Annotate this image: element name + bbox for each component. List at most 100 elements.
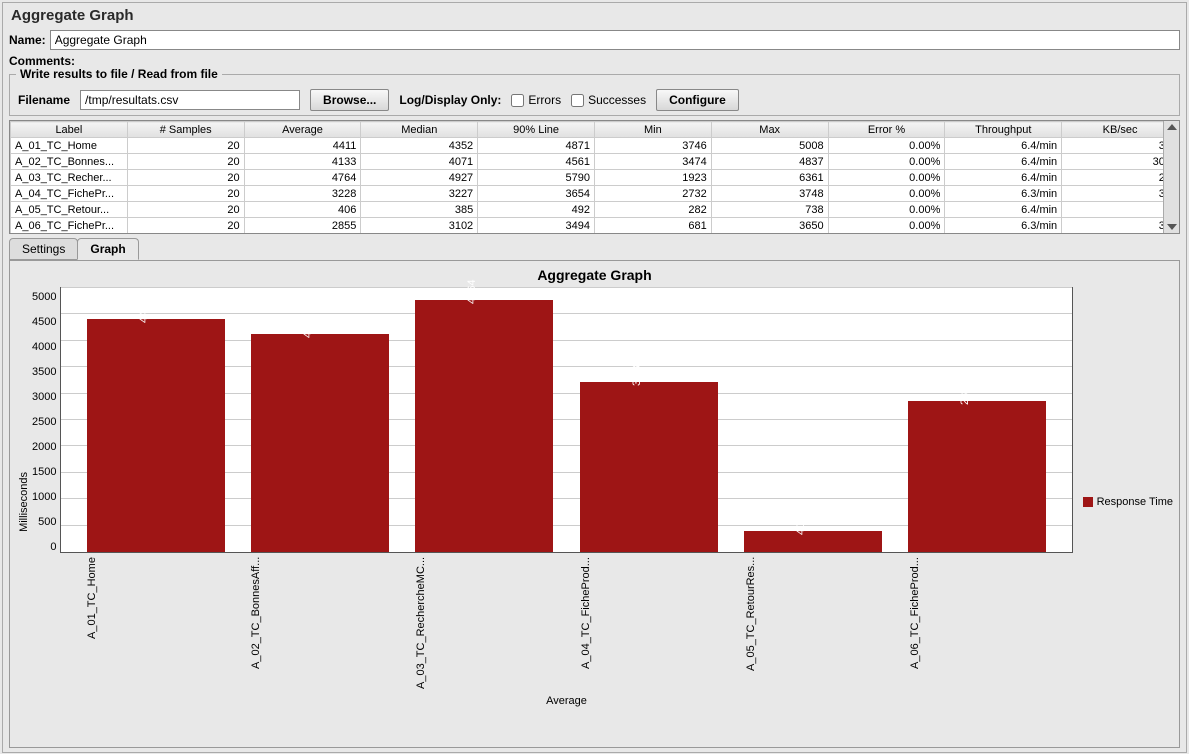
- table-row[interactable]: A_05_TC_Retour...204063854922827380.00%6…: [11, 202, 1179, 218]
- errors-checkbox[interactable]: [511, 94, 524, 107]
- table-cell: A_04_TC_FichePr...: [11, 186, 128, 202]
- table-header[interactable]: Average: [244, 122, 361, 138]
- errors-checkbox-wrap[interactable]: Errors: [511, 93, 561, 107]
- table-cell: A_05_TC_Retour...: [11, 202, 128, 218]
- table-cell: 3.0: [1062, 218, 1179, 234]
- successes-cb-label: Successes: [588, 93, 646, 107]
- legend-label: Response Time: [1097, 496, 1173, 508]
- name-input[interactable]: [50, 30, 1180, 50]
- chart-title: Aggregate Graph: [16, 267, 1173, 283]
- x-tick: A_05_TC_RetourRes...: [745, 557, 883, 693]
- table-cell: .1: [1062, 202, 1179, 218]
- table-cell: 30.5: [1062, 154, 1179, 170]
- table-row[interactable]: A_04_TC_FichePr...2032283227365427323748…: [11, 186, 1179, 202]
- successes-checkbox-wrap[interactable]: Successes: [571, 93, 646, 107]
- table-header[interactable]: Error %: [828, 122, 945, 138]
- table-header[interactable]: Throughput: [945, 122, 1062, 138]
- chart-container: Aggregate Graph Milliseconds 50004500400…: [9, 260, 1180, 748]
- table-cell: 4837: [711, 154, 828, 170]
- table-cell: 20: [127, 218, 244, 234]
- bar-value-label: 4133: [302, 313, 314, 337]
- browse-button[interactable]: Browse...: [310, 89, 389, 111]
- table-cell: 3494: [478, 218, 595, 234]
- table-cell: 406: [244, 202, 361, 218]
- table-header[interactable]: # Samples: [127, 122, 244, 138]
- y-tick: 1500: [32, 466, 56, 478]
- legend-swatch: [1083, 497, 1093, 507]
- y-tick: 3500: [32, 366, 56, 378]
- table-header[interactable]: Median: [361, 122, 478, 138]
- table-scrollbar[interactable]: [1163, 121, 1179, 233]
- table-cell: 6.4/min: [945, 138, 1062, 154]
- table-row[interactable]: A_03_TC_Recher...20476449275790192363610…: [11, 170, 1179, 186]
- panel-title: Aggregate Graph: [3, 3, 1186, 28]
- y-tick: 1000: [32, 491, 56, 503]
- comments-label: Comments:: [9, 54, 75, 68]
- y-tick: 4000: [32, 341, 56, 353]
- chart-bar: 2855: [908, 401, 1046, 552]
- table-cell: A_06_TC_FichePr...: [11, 218, 128, 234]
- table-cell: 4411: [244, 138, 361, 154]
- table-row[interactable]: A_06_TC_FichePr...2028553102349468136500…: [11, 218, 1179, 234]
- table-header[interactable]: KB/sec: [1062, 122, 1179, 138]
- table-row[interactable]: A_02_TC_Bonnes...20413340714561347448370…: [11, 154, 1179, 170]
- file-section-title: Write results to file / Read from file: [16, 67, 222, 81]
- y-axis-label: Milliseconds: [16, 472, 32, 532]
- table-cell: 2.8: [1062, 170, 1179, 186]
- filename-label: Filename: [18, 93, 70, 107]
- configure-button[interactable]: Configure: [656, 89, 739, 111]
- table-cell: 20: [127, 154, 244, 170]
- table-header[interactable]: 90% Line: [478, 122, 595, 138]
- table-cell: 0.00%: [828, 202, 945, 218]
- table-cell: 3746: [594, 138, 711, 154]
- table-cell: 4871: [478, 138, 595, 154]
- results-table: Label# SamplesAverageMedian90% LineMinMa…: [10, 121, 1179, 234]
- table-cell: 6.3/min: [945, 218, 1062, 234]
- table-cell: 5790: [478, 170, 595, 186]
- table-header[interactable]: Max: [711, 122, 828, 138]
- table-cell: 4561: [478, 154, 595, 170]
- table-cell: 0.00%: [828, 170, 945, 186]
- table-cell: 3102: [361, 218, 478, 234]
- table-cell: 4927: [361, 170, 478, 186]
- table-header[interactable]: Label: [11, 122, 128, 138]
- successes-checkbox[interactable]: [571, 94, 584, 107]
- table-cell: 20: [127, 202, 244, 218]
- tab-settings[interactable]: Settings: [9, 238, 78, 260]
- table-cell: 5008: [711, 138, 828, 154]
- table-cell: 0.00%: [828, 186, 945, 202]
- table-cell: 4071: [361, 154, 478, 170]
- table-cell: 3650: [711, 218, 828, 234]
- table-cell: 6.4/min: [945, 170, 1062, 186]
- table-cell: A_02_TC_Bonnes...: [11, 154, 128, 170]
- table-cell: 3.0: [1062, 186, 1179, 202]
- x-tick: A_06_TC_FicheProd...: [909, 557, 1047, 693]
- y-tick: 4500: [32, 316, 56, 328]
- table-cell: 4764: [244, 170, 361, 186]
- y-tick: 3000: [32, 391, 56, 403]
- results-table-wrap: Label# SamplesAverageMedian90% LineMinMa…: [9, 120, 1180, 234]
- table-cell: 6.3/min: [945, 186, 1062, 202]
- table-cell: 492: [478, 202, 595, 218]
- errors-cb-label: Errors: [528, 93, 561, 107]
- table-cell: 0.00%: [828, 138, 945, 154]
- x-tick: A_01_TC_Home: [86, 557, 224, 693]
- tab-graph[interactable]: Graph: [77, 238, 138, 260]
- plot-area: 4411 4133 4764 3228 406 2855: [60, 287, 1072, 553]
- y-tick: 500: [38, 516, 56, 528]
- table-row[interactable]: A_01_TC_Home20441143524871374650080.00%6…: [11, 138, 1179, 154]
- name-label: Name:: [9, 33, 46, 47]
- table-cell: 2732: [594, 186, 711, 202]
- chart-bar: 4764: [415, 300, 553, 552]
- bar-value-label: 406: [795, 516, 807, 534]
- table-cell: 6.4/min: [945, 154, 1062, 170]
- table-header[interactable]: Min: [594, 122, 711, 138]
- bar-value-label: 3228: [631, 361, 643, 385]
- bar-value-label: 4411: [138, 299, 150, 323]
- filename-input[interactable]: [80, 90, 300, 110]
- table-cell: 4133: [244, 154, 361, 170]
- table-cell: 3474: [594, 154, 711, 170]
- table-cell: 6.4/min: [945, 202, 1062, 218]
- table-cell: 4352: [361, 138, 478, 154]
- table-cell: 282: [594, 202, 711, 218]
